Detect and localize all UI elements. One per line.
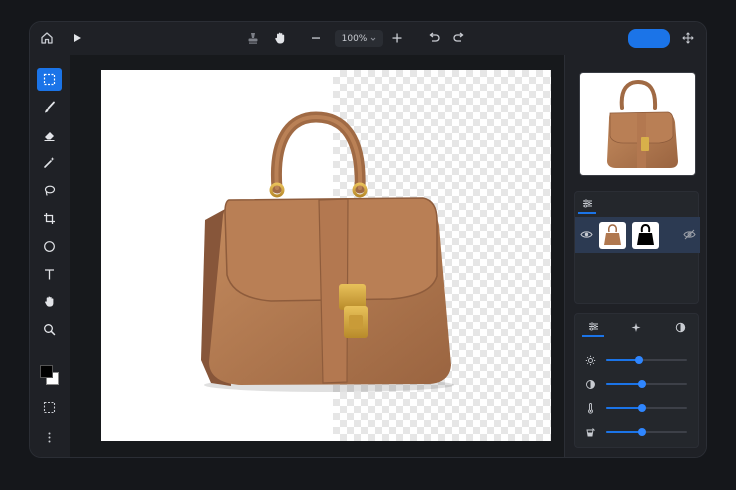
sparkle-icon xyxy=(631,322,640,332)
hand-tool[interactable] xyxy=(37,290,62,313)
slider-fill xyxy=(606,383,642,385)
temperature-icon xyxy=(583,401,597,415)
zoom-tool[interactable] xyxy=(37,318,62,341)
contrast-icon xyxy=(675,322,685,332)
eraser-tool[interactable] xyxy=(37,124,62,147)
quick-mask-tool[interactable] xyxy=(37,396,62,419)
layer-row[interactable] xyxy=(575,217,700,253)
brightness-slider[interactable] xyxy=(575,353,700,367)
stamp-icon[interactable] xyxy=(242,27,264,49)
layers-panel xyxy=(574,191,700,304)
tool-panel xyxy=(30,55,70,457)
move-icon[interactable] xyxy=(677,27,699,49)
contrast-icon xyxy=(583,377,597,391)
zoom-dropdown[interactable]: 100% xyxy=(335,30,383,47)
editor-window: 100% xyxy=(29,21,707,458)
slider-track[interactable] xyxy=(606,428,687,436)
color-swatches[interactable] xyxy=(39,364,63,388)
layer-thumbnail[interactable] xyxy=(599,222,626,249)
slider-handle[interactable] xyxy=(637,380,646,388)
sparkle-tab[interactable] xyxy=(625,317,647,337)
contrast-slider[interactable] xyxy=(575,377,700,391)
slider-fill xyxy=(606,407,642,409)
hand-icon[interactable] xyxy=(269,27,291,49)
brightness-icon xyxy=(583,353,597,367)
magic-wand-tool[interactable] xyxy=(37,151,62,174)
primary-action-button[interactable] xyxy=(628,29,670,48)
sliders-icon xyxy=(588,321,598,331)
undo-icon[interactable] xyxy=(423,27,445,49)
layers-tab[interactable] xyxy=(578,194,596,214)
crop-tool[interactable] xyxy=(37,207,62,230)
marquee-select-tool[interactable] xyxy=(37,68,62,91)
slider-track[interactable] xyxy=(606,356,687,364)
slider-handle[interactable] xyxy=(637,404,646,412)
layer-mask-thumbnail[interactable] xyxy=(632,222,659,249)
slider-track[interactable] xyxy=(606,404,687,412)
top-bar: 100% xyxy=(30,22,706,55)
contrast-tab[interactable] xyxy=(669,317,691,337)
brush-tool[interactable] xyxy=(37,96,62,119)
artboard[interactable] xyxy=(101,70,551,441)
canvas-area[interactable] xyxy=(70,55,564,457)
chevron-down-icon xyxy=(370,36,376,42)
saturation-icon xyxy=(583,425,597,439)
zoom-in-icon[interactable] xyxy=(386,27,408,49)
play-icon[interactable] xyxy=(66,27,88,49)
foreground-color-swatch[interactable] xyxy=(40,365,53,378)
ellipse-tool[interactable] xyxy=(37,235,62,258)
saturation-slider[interactable] xyxy=(575,425,700,439)
sliders-tab[interactable] xyxy=(582,317,604,337)
more-icon[interactable] xyxy=(37,426,62,449)
home-icon[interactable] xyxy=(36,27,58,49)
slider-fill xyxy=(606,431,642,433)
lasso-tool[interactable] xyxy=(37,179,62,202)
slider-track[interactable] xyxy=(606,380,687,388)
text-tool[interactable] xyxy=(37,263,62,286)
navigator-preview[interactable] xyxy=(579,72,696,176)
sliders-icon xyxy=(582,198,592,208)
adjustments-panel xyxy=(574,313,699,448)
zoom-out-icon[interactable] xyxy=(305,27,327,49)
redo-icon[interactable] xyxy=(448,27,470,49)
visibility-eye-icon[interactable] xyxy=(580,229,593,240)
zoom-value: 100% xyxy=(341,33,368,44)
mask-hidden-eye-icon[interactable] xyxy=(683,229,696,240)
temperature-slider[interactable] xyxy=(575,401,700,415)
right-panel xyxy=(564,55,706,457)
slider-handle[interactable] xyxy=(635,356,644,364)
slider-handle[interactable] xyxy=(637,428,646,436)
handbag-image xyxy=(201,111,454,392)
